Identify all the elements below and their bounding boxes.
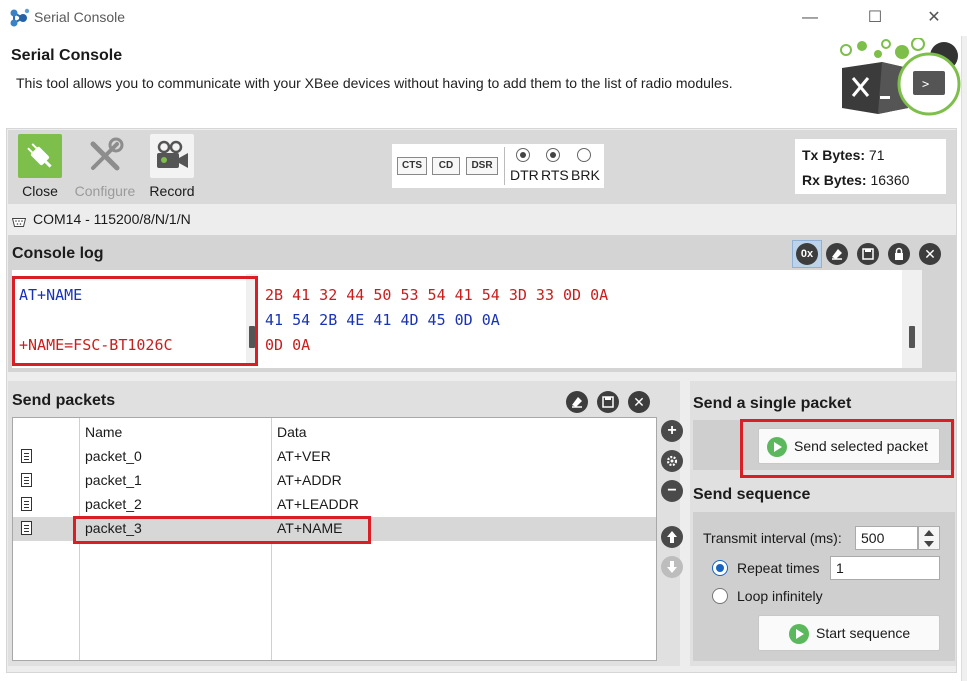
loop-infinitely-radio[interactable] bbox=[712, 588, 728, 604]
close-connection-button[interactable]: Close bbox=[10, 134, 70, 200]
loop-infinitely-label: Loop infinitely bbox=[737, 588, 823, 604]
maximize-button[interactable]: ☐ bbox=[855, 6, 895, 30]
document-icon bbox=[21, 521, 32, 535]
brk-toggle[interactable] bbox=[577, 148, 591, 162]
record-label: Record bbox=[149, 183, 195, 199]
tx-bytes-value: 71 bbox=[868, 147, 885, 163]
clear-packets-button[interactable] bbox=[566, 391, 588, 413]
single-packet-title: Send a single packet bbox=[693, 395, 852, 412]
document-icon bbox=[21, 449, 32, 463]
start-sequence-button[interactable]: Start sequence bbox=[758, 615, 940, 651]
add-packet-button[interactable]: + bbox=[661, 420, 683, 442]
column-header-data[interactable]: Data bbox=[277, 424, 307, 440]
tools-icon bbox=[83, 134, 127, 178]
table-row[interactable]: packet_1 AT+ADDR bbox=[13, 469, 656, 493]
tx-bytes-label: Tx Bytes: bbox=[802, 147, 866, 163]
table-row[interactable]: packet_2 AT+LEADDR bbox=[13, 493, 656, 517]
hex-line: 0D 0A bbox=[265, 336, 311, 354]
start-sequence-label: Start sequence bbox=[816, 625, 911, 641]
record-button[interactable]: Record bbox=[142, 134, 202, 200]
hex-line: 41 54 2B 4E 41 4D 45 0D 0A bbox=[265, 311, 500, 329]
remove-packet-button[interactable]: − bbox=[661, 480, 683, 502]
brk-label: BRK bbox=[571, 167, 600, 183]
rx-bytes-value: 16360 bbox=[870, 172, 910, 188]
selected-row-highlight-box bbox=[73, 516, 371, 544]
close-log-button[interactable]: ✕ bbox=[919, 243, 941, 265]
window-title: Serial Console bbox=[34, 9, 126, 25]
cts-indicator: CTS bbox=[397, 157, 427, 175]
clear-log-button[interactable] bbox=[826, 243, 848, 265]
packet-data: AT+VER bbox=[277, 448, 331, 464]
document-icon bbox=[21, 497, 32, 511]
minimize-button[interactable]: — bbox=[790, 6, 830, 30]
page-header: Serial Console This tool allows you to c… bbox=[0, 36, 967, 120]
hex-toggle-button[interactable]: 0x bbox=[792, 240, 822, 268]
console-hex-view[interactable]: 2B 41 32 44 50 53 54 41 54 3D 33 0D 0A 4… bbox=[258, 270, 922, 368]
page-description: This tool allows you to communicate with… bbox=[16, 75, 733, 91]
scrollbar-thumb[interactable] bbox=[909, 326, 915, 348]
rx-bytes-label: Rx Bytes: bbox=[802, 172, 867, 188]
spinner-down-icon[interactable] bbox=[924, 541, 934, 547]
dtr-toggle[interactable] bbox=[516, 148, 530, 162]
ascii-highlight-box bbox=[12, 276, 258, 366]
app-icon bbox=[8, 7, 30, 29]
hex-scrollbar[interactable] bbox=[902, 270, 922, 368]
dsr-indicator: DSR bbox=[466, 157, 498, 175]
background-window-edge bbox=[961, 36, 967, 681]
plug-icon bbox=[18, 134, 62, 178]
edit-packet-button[interactable] bbox=[661, 450, 683, 472]
svg-text:>: > bbox=[922, 77, 929, 91]
console-log-title: Console log bbox=[12, 245, 104, 262]
configure-button[interactable]: Configure bbox=[74, 134, 136, 200]
packet-name: packet_2 bbox=[85, 496, 142, 512]
rts-toggle[interactable] bbox=[546, 148, 560, 162]
divider bbox=[504, 147, 505, 185]
column-header-name[interactable]: Name bbox=[85, 424, 122, 440]
move-down-button[interactable] bbox=[661, 556, 683, 578]
video-camera-icon bbox=[150, 134, 194, 178]
close-packets-button[interactable]: ✕ bbox=[628, 391, 650, 413]
hex-line: 2B 41 32 44 50 53 54 41 54 3D 33 0D 0A bbox=[265, 286, 609, 304]
play-icon bbox=[789, 624, 809, 644]
transmit-interval-label: Transmit interval (ms): bbox=[703, 530, 842, 546]
line-status-panel: CTS CD DSR DTR RTS BRK bbox=[392, 144, 604, 188]
document-icon bbox=[21, 473, 32, 487]
hex-icon: 0x bbox=[796, 243, 818, 265]
move-up-button[interactable] bbox=[661, 526, 683, 548]
repeat-times-label: Repeat times bbox=[737, 560, 820, 576]
byte-counters: Tx Bytes: 71 Rx Bytes: 16360 bbox=[795, 139, 946, 194]
save-log-button[interactable] bbox=[857, 243, 879, 265]
packet-data: AT+LEADDR bbox=[277, 496, 359, 512]
rts-label: RTS bbox=[541, 167, 569, 183]
send-sequence-title: Send sequence bbox=[693, 486, 811, 503]
serial-console-logo-icon: > bbox=[838, 37, 963, 118]
close-label: Close bbox=[22, 183, 58, 199]
interval-spinner[interactable] bbox=[918, 526, 940, 550]
transmit-interval-input[interactable]: 500 bbox=[855, 526, 918, 550]
cd-indicator: CD bbox=[432, 157, 460, 175]
packet-name: packet_1 bbox=[85, 472, 142, 488]
save-packets-button[interactable] bbox=[597, 391, 619, 413]
lock-scroll-button[interactable] bbox=[888, 243, 910, 265]
window-close-button[interactable]: ✕ bbox=[914, 6, 954, 30]
connection-info: COM14 - 115200/8/N/1/N bbox=[33, 211, 191, 227]
repeat-times-radio[interactable] bbox=[712, 560, 728, 576]
page-title: Serial Console bbox=[11, 47, 123, 64]
send-button-highlight-box bbox=[740, 419, 954, 478]
spinner-up-icon[interactable] bbox=[924, 530, 934, 536]
packet-data: AT+ADDR bbox=[277, 472, 342, 488]
table-row[interactable]: packet_0 AT+VER bbox=[13, 445, 656, 469]
packet-name: packet_0 bbox=[85, 448, 142, 464]
send-packets-title: Send packets bbox=[12, 392, 116, 409]
dtr-label: DTR bbox=[510, 167, 539, 183]
repeat-times-input[interactable]: 1 bbox=[830, 556, 940, 580]
serial-port-icon bbox=[11, 214, 27, 227]
configure-label: Configure bbox=[74, 183, 136, 199]
